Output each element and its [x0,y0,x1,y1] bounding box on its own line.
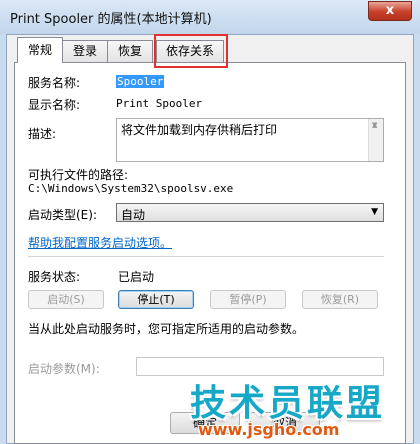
window-title: Print Spooler 的属性(本地计算机) [10,12,212,27]
tab-general[interactable]: 常规 [17,37,63,63]
display-name-value: Print Spooler [116,97,203,110]
stop-button[interactable]: 停止(T) [118,290,194,309]
title-bar: Print Spooler 的属性(本地计算机) x [0,0,420,34]
service-name-label: 服务名称: [28,76,81,90]
tab-recovery[interactable]: 恢复 [107,40,153,62]
divider [28,256,384,257]
description-scrollbar[interactable]: ▲ ▼ [368,119,383,161]
service-status-label: 服务状态: [28,270,81,284]
exe-path-label: 可执行文件的路径: [28,168,129,182]
highlight-box [154,34,228,68]
pause-button[interactable]: 暂停(P) [210,290,286,309]
service-name-value[interactable]: Spooler [116,75,165,88]
display-name-label: 显示名称: [28,98,81,112]
exe-path-value: C:\Windows\System32\spoolsv.exe [28,182,234,195]
description-label: 描述: [28,127,57,141]
start-button[interactable]: 启动(S) [28,290,104,309]
start-params-label: 启动参数(M): [28,362,100,376]
scroll-down-icon[interactable]: ▼ [372,121,377,159]
tab-logon[interactable]: 登录 [62,40,108,62]
close-icon: x [385,3,395,18]
chevron-down-icon: ▼ [371,207,378,217]
startup-type-select[interactable]: 自动 ▼ [116,203,384,222]
help-link[interactable]: 帮助我配置服务启动选项。 [28,234,172,251]
description-text: 将文件加载到内存供稍后打印 [121,123,278,137]
startup-type-label: 启动类型(E): [28,208,97,222]
close-button[interactable]: x [368,1,412,21]
hint-text: 当从此处启动服务时，您可指定所适用的启动参数。 [28,322,305,336]
startup-type-value: 自动 [121,208,146,222]
service-name-selection: Spooler [116,75,165,88]
watermark-url: www.jsgho.com [198,420,340,439]
resume-button[interactable]: 恢复(R) [302,290,378,309]
service-status-value: 已启动 [118,270,155,284]
description-box[interactable]: 将文件加载到内存供稍后打印 ▲ ▼ [116,118,384,162]
watermark-brand: 技术员联盟 [190,383,386,424]
watermark-logo: 技术员联盟 www.jsgho.com [190,374,420,444]
